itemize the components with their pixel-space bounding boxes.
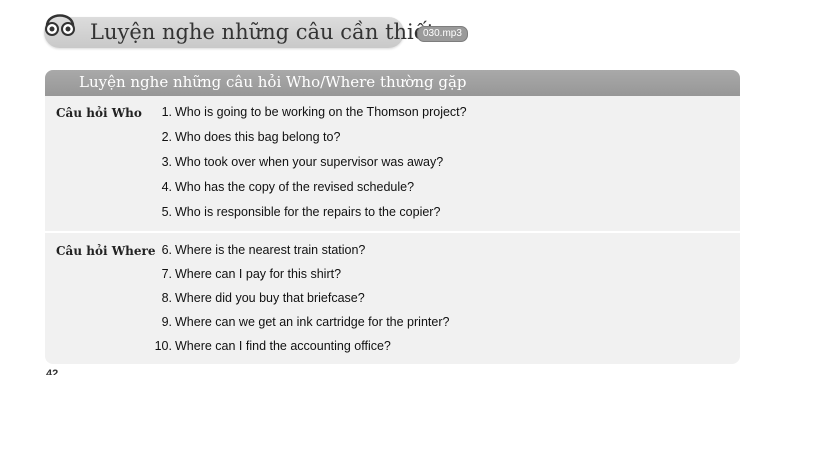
question-section: Luyện nghe những câu hỏi Who/Where thườn…: [45, 70, 740, 364]
group-divider: [45, 231, 740, 233]
question-item: 7. Where can I pay for this shirt?: [161, 267, 342, 281]
question-item: 5. Who is responsible for the repairs to …: [161, 205, 441, 219]
question-item: 8. Where did you buy that briefcase?: [161, 291, 365, 305]
audio-file-badge[interactable]: 030.mp3: [417, 26, 468, 42]
page-number: 42: [46, 368, 59, 375]
headphones-icon: [45, 14, 75, 36]
question-item: 4. Who has the copy of the revised schedu…: [161, 180, 415, 194]
group-label-who: Câu hỏi Who: [56, 106, 142, 120]
question-item: 1. Who is going to be working on the Thom…: [161, 105, 467, 119]
section-header: Luyện nghe những câu hỏi Who/Where thườn…: [45, 70, 740, 96]
question-item: 6. Where is the nearest train station?: [161, 243, 366, 257]
question-item: 2. Who does this bag belong to?: [161, 130, 341, 144]
question-item: 3. Who took over when your supervisor was…: [161, 155, 444, 169]
question-item: 10. Where can I find the accounting offic…: [154, 339, 391, 353]
question-item: 9. Where can we get an ink cartridge for …: [161, 315, 450, 329]
group-label-where: Câu hỏi Where: [56, 244, 156, 258]
page-title: Luyện nghe những câu cần thiết: [90, 20, 436, 44]
section-title: Luyện nghe những câu hỏi Who/Where thườn…: [79, 73, 467, 91]
